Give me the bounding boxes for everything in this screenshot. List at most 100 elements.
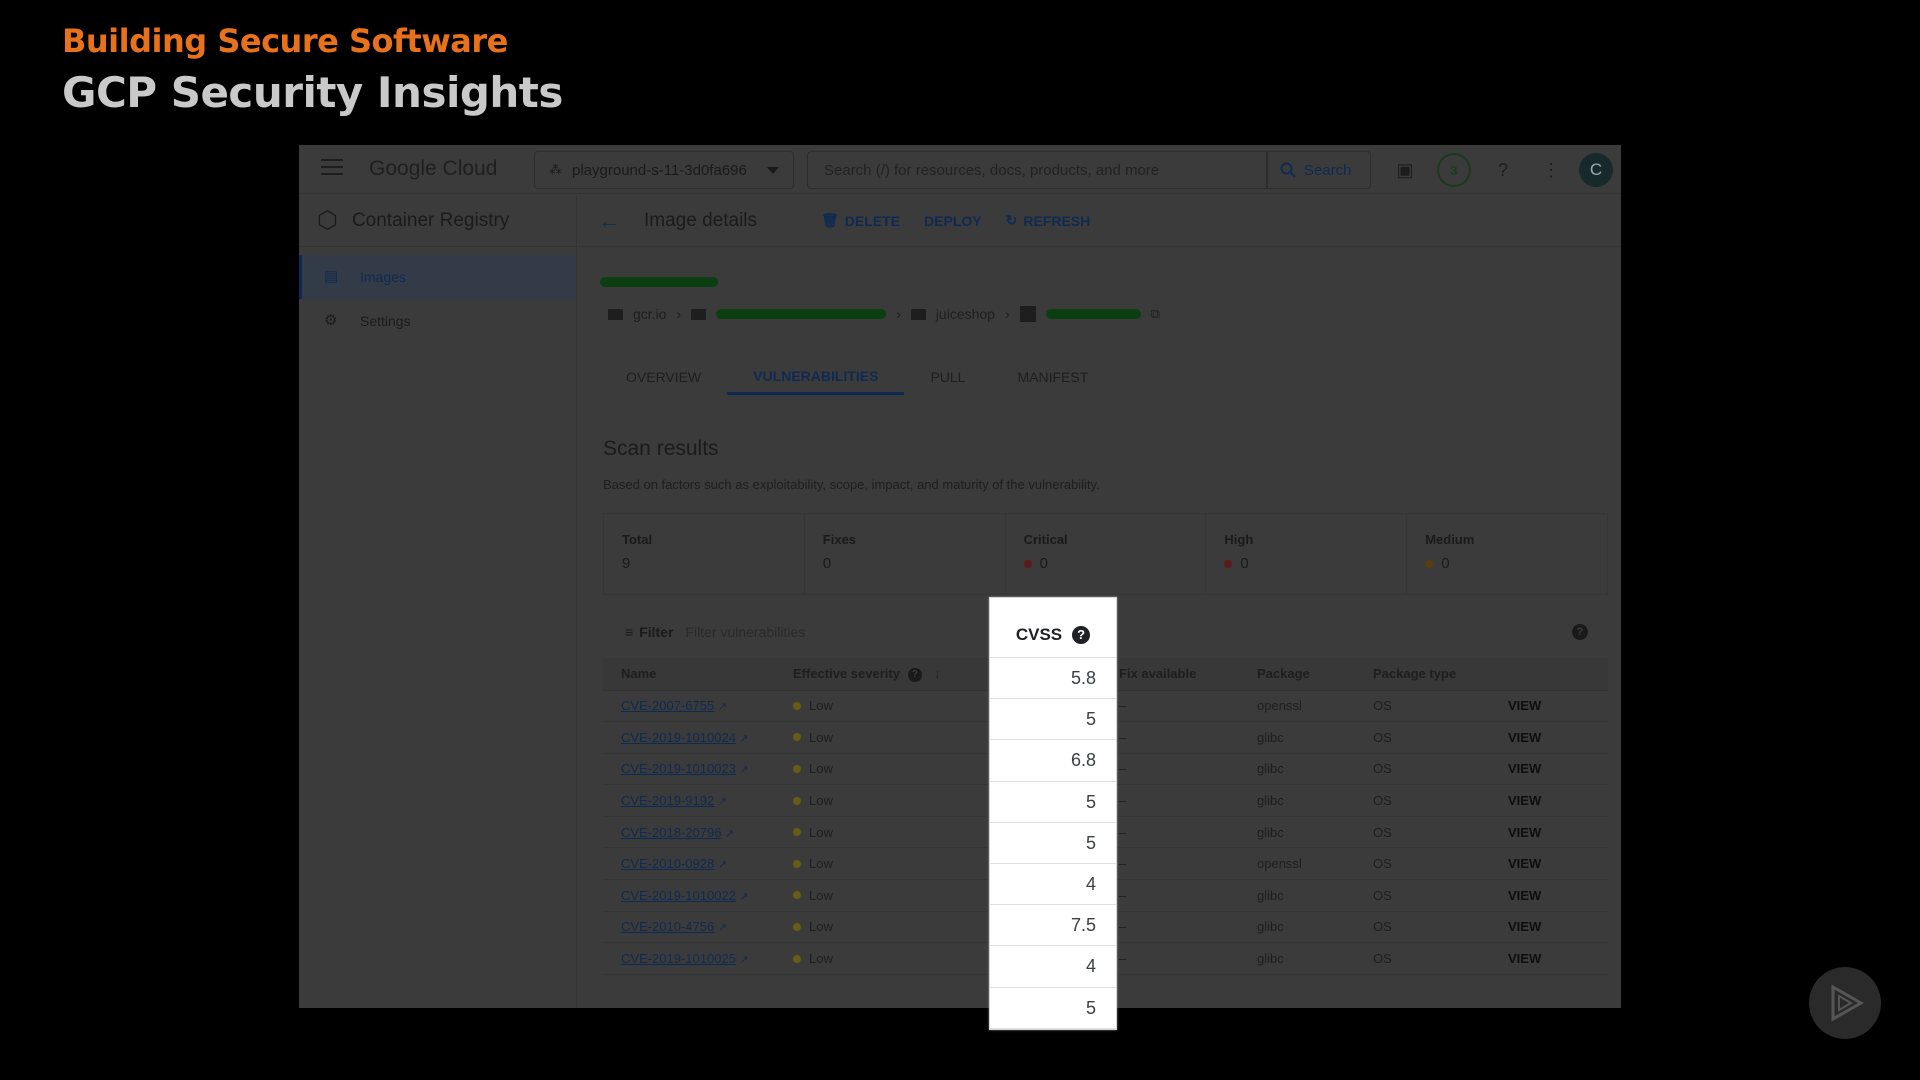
sidebar-item-settings[interactable]: ⚙ Settings	[299, 299, 576, 343]
external-link-icon[interactable]: ↗	[725, 828, 734, 840]
redacted-project	[716, 309, 887, 319]
cve-link[interactable]: CVE-2018-20796	[621, 825, 721, 840]
sidebar-item-label: Images	[360, 269, 406, 285]
view-button[interactable]: VIEW	[1508, 793, 1541, 808]
external-link-icon[interactable]: ↗	[718, 796, 727, 808]
more-vert-icon[interactable]: ⋮	[1537, 156, 1565, 184]
avatar[interactable]: C	[1579, 153, 1613, 187]
fix-cell: –	[1101, 942, 1239, 975]
search-button-label: Search	[1304, 161, 1352, 179]
menu-icon[interactable]	[321, 159, 343, 179]
summary-label: High	[1224, 532, 1254, 547]
page-title: Image details	[644, 209, 758, 231]
help-icon[interactable]: ?	[1572, 624, 1588, 640]
list-icon: ▤	[324, 268, 339, 285]
sidebar-item-images[interactable]: ▤ Images	[299, 255, 576, 299]
delete-button[interactable]: 🗑 DELETE	[821, 212, 900, 229]
external-link-icon[interactable]: ↗	[740, 733, 749, 745]
fix-cell: –	[1101, 879, 1239, 912]
search-button[interactable]: Search	[1267, 151, 1371, 189]
filter-input[interactable]: Filter vulnerabilities	[685, 624, 805, 640]
view-button[interactable]: VIEW	[1508, 951, 1541, 966]
cvss-callout: CVSS ? 5.8 5 6.8 5 5 4 7.5 4 5	[989, 597, 1117, 1030]
low-dot-icon	[793, 764, 801, 773]
view-button[interactable]: VIEW	[1508, 888, 1541, 903]
severity-value: Low	[809, 729, 833, 745]
refresh-button[interactable]: ↻ REFRESH	[1006, 212, 1091, 229]
tab-pull[interactable]: PULL	[904, 359, 991, 395]
low-dot-icon	[793, 922, 801, 931]
tab-overview[interactable]: OVERVIEW	[600, 359, 727, 395]
cve-link[interactable]: CVE-2019-9192	[621, 793, 714, 808]
search-input[interactable]: Search (/) for resources, docs, products…	[807, 151, 1267, 189]
external-link-icon[interactable]: ↗	[718, 701, 727, 713]
notifications-badge[interactable]: 3	[1437, 153, 1471, 187]
cve-cell: CVE-2007-6755 ↗	[603, 690, 775, 723]
view-cell: VIEW	[1490, 816, 1608, 849]
summary-value: 0	[822, 555, 832, 572]
cve-link[interactable]: CVE-2010-4756	[621, 919, 714, 934]
view-button[interactable]: VIEW	[1508, 825, 1541, 840]
copy-icon[interactable]: ⧉	[1151, 306, 1160, 322]
cve-link[interactable]: CVE-2019-1010025	[621, 951, 736, 966]
redacted-image-name	[600, 277, 718, 287]
cvss-value: 5	[990, 699, 1116, 741]
package-type-cell: OS	[1355, 879, 1490, 912]
summary-label: Medium	[1425, 532, 1475, 547]
fix-cell: –	[1101, 784, 1239, 817]
help-icon[interactable]: ?	[907, 667, 922, 682]
cloud-shell-icon[interactable]: ▣	[1391, 156, 1419, 184]
view-button[interactable]: VIEW	[1508, 919, 1541, 934]
package-type-cell: OS	[1355, 942, 1490, 975]
deploy-button[interactable]: DEPLOY	[924, 213, 982, 229]
cve-cell: CVE-2019-1010024 ↗	[603, 721, 775, 754]
sort-arrow-icon[interactable]: ↓	[934, 666, 941, 681]
cve-link[interactable]: CVE-2010-0928	[621, 856, 714, 871]
cvss-value: 5.8	[990, 658, 1116, 700]
external-link-icon[interactable]: ↗	[718, 922, 727, 934]
cve-link[interactable]: CVE-2019-1010023	[621, 761, 736, 776]
cvss-header: CVSS ?	[990, 598, 1116, 658]
external-link-icon[interactable]: ↗	[740, 891, 749, 903]
package-cell: glibc	[1239, 721, 1355, 754]
summary-value: 9	[622, 555, 631, 572]
back-arrow-icon[interactable]: ←	[598, 208, 620, 234]
view-button[interactable]: VIEW	[1508, 698, 1541, 713]
package-cell: glibc	[1239, 753, 1355, 786]
chevron-right-icon: ›	[676, 306, 682, 322]
tab-manifest[interactable]: MANIFEST	[991, 359, 1114, 395]
help-icon[interactable]: ?	[1489, 156, 1517, 184]
action-bar: ← Image details 🗑 DELETE DEPLOY ↻ REFRESH	[578, 195, 1621, 247]
column-header-fix[interactable]: Fix available	[1101, 658, 1239, 691]
external-link-icon[interactable]: ↗	[740, 954, 749, 966]
play-button[interactable]	[1809, 967, 1881, 1039]
cve-link[interactable]: CVE-2019-1010022	[621, 888, 736, 903]
view-cell: VIEW	[1490, 942, 1608, 975]
package-type-cell: OS	[1355, 784, 1490, 817]
fix-cell: –	[1101, 816, 1239, 849]
filter-button[interactable]: ≡ Filter	[625, 624, 673, 640]
column-header-package[interactable]: Package	[1239, 658, 1355, 691]
column-header-name[interactable]: Name	[603, 658, 775, 691]
view-button[interactable]: VIEW	[1508, 730, 1541, 745]
cve-link[interactable]: CVE-2019-1010024	[621, 730, 736, 745]
image-icon	[1019, 306, 1036, 322]
severity-header-label: Effective severity	[793, 665, 900, 681]
cve-cell: CVE-2019-1010022 ↗	[603, 879, 775, 912]
tab-vulnerabilities[interactable]: VULNERABILITIES	[727, 359, 905, 395]
breadcrumb-repo[interactable]: juiceshop	[936, 306, 995, 322]
low-dot-icon	[793, 796, 801, 805]
cve-link[interactable]: CVE-2007-6755	[621, 698, 714, 713]
external-link-icon[interactable]: ↗	[740, 764, 749, 776]
view-button[interactable]: VIEW	[1508, 761, 1541, 776]
google-cloud-logo[interactable]: Google Cloud	[369, 157, 497, 181]
summary-medium: Medium 0	[1407, 514, 1607, 594]
external-link-icon[interactable]: ↗	[718, 859, 727, 871]
project-selector[interactable]: ⁂ playground-s-11-3d0fa696	[534, 151, 794, 189]
view-cell: VIEW	[1490, 721, 1608, 754]
column-header-package-type[interactable]: Package type	[1355, 658, 1490, 691]
package-cell: glibc	[1239, 942, 1355, 975]
view-button[interactable]: VIEW	[1508, 856, 1541, 871]
slide-subtitle: GCP Security Insights	[62, 68, 563, 117]
breadcrumb-registry[interactable]: gcr.io	[633, 306, 666, 322]
